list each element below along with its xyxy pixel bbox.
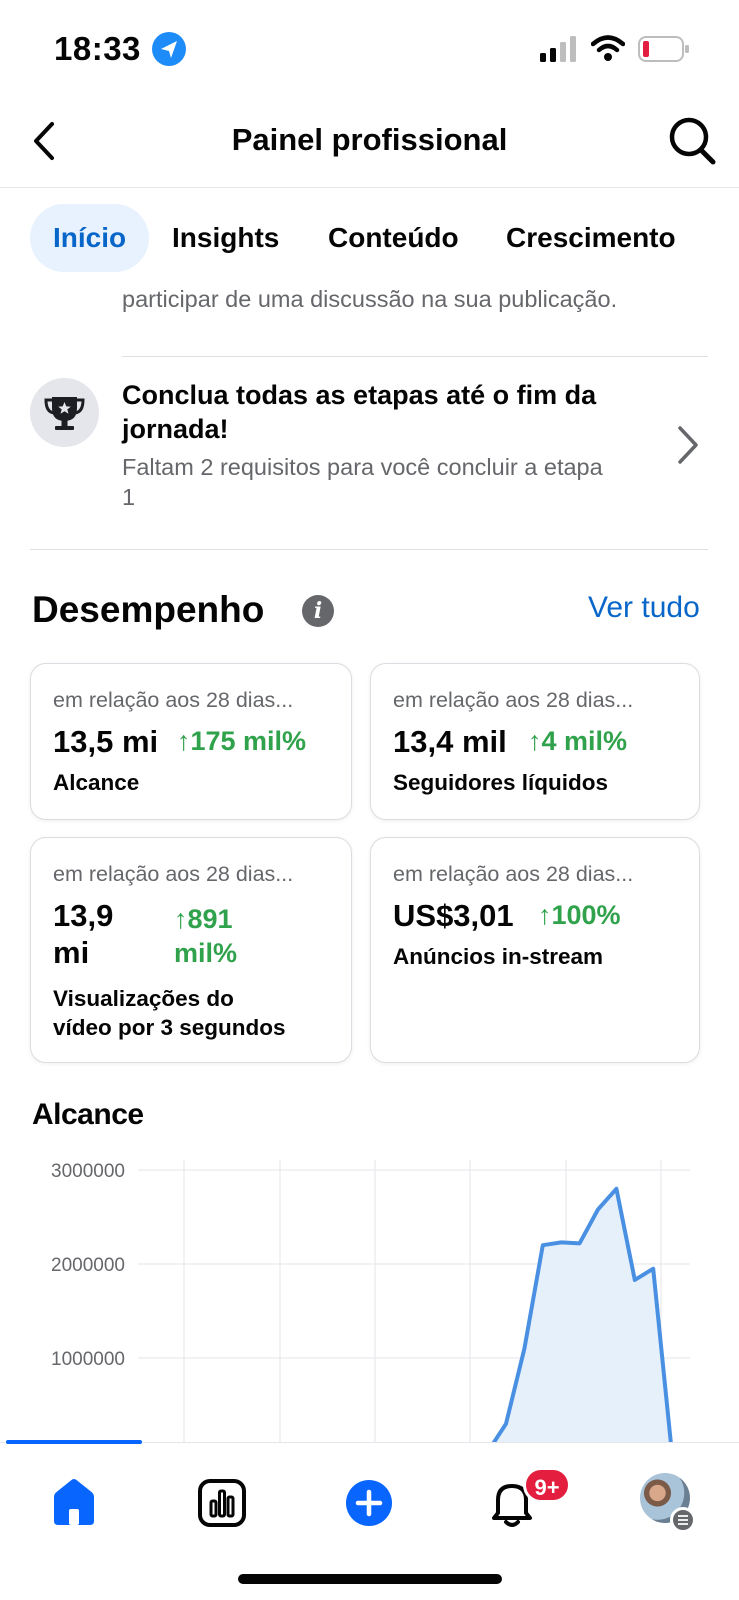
chart-title: Alcance (32, 1098, 144, 1131)
section-divider (30, 549, 708, 550)
menu-badge-icon (670, 1507, 696, 1533)
card-value: 13,5 mi (53, 724, 159, 759)
battery-low-icon (638, 36, 689, 62)
app-header: Painel profissional (0, 100, 739, 188)
card-delta: ↑4 mil% (528, 726, 628, 756)
chart-area-fill (494, 1188, 671, 1442)
card-caption: em relação aos 28 dias... (393, 862, 634, 886)
previous-item-text: participar de uma discussão na sua publi… (122, 286, 618, 312)
insights-icon[interactable] (192, 1473, 252, 1533)
card-label: Anúncios in-stream (393, 944, 604, 969)
card-label: Seguidores líquidos (393, 770, 609, 795)
active-tab-indicator (6, 1440, 142, 1444)
search-icon[interactable] (668, 114, 718, 168)
y-tick-label: 1000000 (51, 1349, 125, 1370)
home-indicator (238, 1574, 502, 1584)
home-icon[interactable] (44, 1473, 104, 1533)
card-caption: em relação aos 28 dias... (53, 688, 294, 712)
location-arrow-icon (152, 32, 186, 66)
tab-crescimento[interactable]: Crescimento (506, 204, 676, 272)
tab-bar: Início Insights Conteúdo Crescimento (0, 204, 739, 272)
card-label: Alcance (53, 770, 140, 795)
y-tick-label: 2000000 (51, 1255, 125, 1276)
status-time: 18:33 (54, 30, 141, 67)
card-label-line2: vídeo por 3 segundos (53, 1015, 286, 1040)
performance-title: Desempenho (32, 589, 265, 630)
card-delta: ↑175 mil% (177, 726, 307, 756)
card-caption: em relação aos 28 dias... (393, 688, 634, 712)
metric-card-instream-ads[interactable]: em relação aos 28 dias... US$3,01 ↑100% … (370, 837, 700, 1063)
trophy-icon (30, 378, 99, 447)
chevron-right-icon[interactable] (674, 424, 702, 466)
card-value: US$3,01 (393, 898, 514, 933)
wifi-icon (591, 35, 625, 61)
metric-card-followers[interactable]: em relação aos 28 dias... 13,4 mil ↑4 mi… (370, 663, 700, 820)
notification-badge: 9+ (523, 1467, 571, 1503)
journey-subtitle: Faltam 2 requisitos para você concluir a… (122, 454, 603, 510)
card-caption: em relação aos 28 dias... (53, 862, 294, 886)
tab-conteudo[interactable]: Conteúdo (328, 204, 459, 272)
card-delta: ↑891 (174, 904, 233, 934)
card-value-unit: mi (53, 935, 90, 970)
card-value: 13,4 mil (393, 724, 507, 759)
cellular-signal-icon (540, 36, 576, 62)
create-plus-icon[interactable] (339, 1473, 399, 1533)
divider (122, 356, 708, 357)
y-tick-label: 3000000 (51, 1161, 125, 1182)
card-delta-unit: mil% (174, 938, 238, 968)
card-value: 13,9 (53, 898, 114, 933)
metric-card-video-views[interactable]: em relação aos 28 dias... 13,9 mi ↑891 m… (30, 837, 352, 1063)
status-bar: 18:33 (0, 0, 739, 100)
journey-title[interactable]: Conclua todas as etapas até o fim da jor… (122, 378, 662, 446)
reach-area-chart: 3000000200000010000000 (51, 1160, 690, 1442)
page-title: Painel profissional (231, 122, 508, 157)
metric-card-reach[interactable]: em relação aos 28 dias... 13,5 mi ↑175 m… (30, 663, 352, 820)
card-delta: ↑100% (538, 900, 621, 930)
see-all-link[interactable]: Ver tudo (588, 591, 700, 625)
card-label: Visualizações do (53, 986, 234, 1011)
info-icon[interactable]: i (302, 595, 334, 627)
tab-inicio[interactable]: Início (30, 204, 150, 272)
tab-insights[interactable]: Insights (172, 204, 279, 272)
